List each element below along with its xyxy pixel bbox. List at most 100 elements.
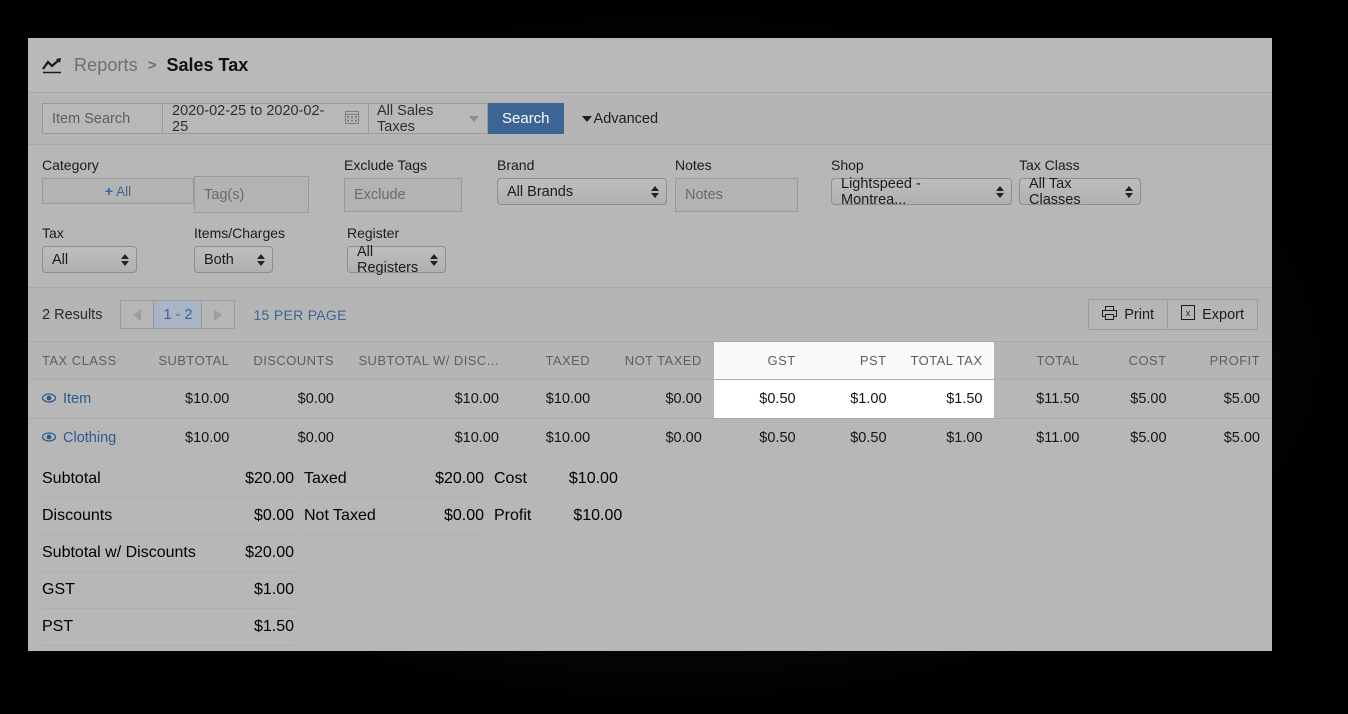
- col-subtotal-w-disc[interactable]: SUBTOTAL W/ DISC...: [345, 342, 511, 380]
- col-gst[interactable]: GST: [713, 342, 808, 380]
- print-button[interactable]: Print: [1089, 300, 1168, 329]
- table-header-row: TAX CLASS SUBTOTAL DISCOUNTS SUBTOTAL W/…: [28, 342, 1272, 380]
- eye-icon: [41, 430, 57, 446]
- shop-label: Shop: [831, 157, 864, 173]
- summary-pst-value: $1.50: [253, 618, 294, 635]
- tax-class-link[interactable]: Clothing: [41, 430, 117, 446]
- chevron-left-icon: [133, 308, 142, 321]
- summary-not-taxed: Not Taxed $0.00: [304, 498, 484, 535]
- plus-icon: +: [104, 183, 114, 199]
- results-toolbar: 2 Results 1 - 2 15 PER PAGE Print x Expo…: [28, 288, 1272, 342]
- svg-text:x: x: [1186, 308, 1191, 318]
- print-label: Print: [1124, 306, 1155, 323]
- summary-discounts: Discounts $0.00: [42, 498, 294, 535]
- cell-gst: $0.50: [713, 418, 808, 457]
- col-subtotal[interactable]: SUBTOTAL: [145, 342, 242, 380]
- items-charges-select[interactable]: Both: [194, 246, 273, 273]
- col-not-taxed[interactable]: NOT TAXED: [602, 342, 714, 380]
- chart-line-icon: [42, 56, 62, 74]
- filter-shop: Shop Lightspeed - Montrea...: [831, 157, 1019, 208]
- breadcrumb-reports-link[interactable]: Reports: [74, 55, 138, 76]
- tax-class-label: Clothing: [63, 430, 117, 446]
- tax-label: Tax: [42, 225, 64, 241]
- cell-total: $11.00: [994, 418, 1092, 457]
- brand-select[interactable]: All Brands: [497, 178, 667, 205]
- items-charges-label: Items/Charges: [194, 225, 286, 241]
- col-discounts[interactable]: DISCOUNTS: [241, 342, 346, 380]
- col-total-tax[interactable]: TOTAL TAX: [898, 342, 995, 380]
- tax-select[interactable]: All: [42, 246, 137, 273]
- col-profit[interactable]: PROFIT: [1178, 342, 1272, 380]
- summary-pst: PST $1.50: [42, 609, 294, 646]
- col-total[interactable]: TOTAL: [994, 342, 1092, 380]
- col-tax-class[interactable]: TAX CLASS: [28, 342, 146, 380]
- cell-total-tax: $1.50: [898, 379, 995, 419]
- col-taxed[interactable]: TAXED: [510, 342, 603, 380]
- cell-gst: $0.50: [713, 379, 808, 419]
- summary-row: Subtotal w/ Discounts $20.00: [42, 535, 1258, 572]
- summary-discounts-value: $0.00: [253, 507, 294, 524]
- pagination-next-button[interactable]: [202, 301, 235, 328]
- category-all-button[interactable]: + All: [42, 178, 194, 204]
- stepper-icon: [996, 185, 1004, 198]
- summary-row: PST $1.50: [42, 609, 1258, 646]
- col-pst[interactable]: PST: [807, 342, 899, 380]
- cell-subtotal-w-disc: $10.00: [345, 418, 511, 457]
- cell-profit: $5.00: [1178, 418, 1272, 457]
- results-count: 2 Results: [42, 306, 103, 323]
- sales-tax-select[interactable]: All Sales Taxes: [368, 103, 488, 135]
- shop-select[interactable]: Lightspeed - Montrea...: [831, 176, 1012, 208]
- summary-gst-label: GST: [42, 581, 75, 598]
- filter-items-charges: Items/Charges Both: [194, 225, 347, 273]
- page-title: Sales Tax: [166, 54, 249, 75]
- pagination-prev-button[interactable]: [121, 301, 154, 328]
- tax-class-select[interactable]: All Tax Classes: [1019, 176, 1141, 208]
- pagination: 1 - 2: [120, 300, 236, 329]
- stepper-icon: [257, 253, 265, 266]
- chevron-down-icon: [469, 115, 479, 122]
- cell-taxed: $10.00: [510, 418, 603, 457]
- summary-subtotal-label: Subtotal: [42, 470, 101, 487]
- stepper-icon: [651, 185, 659, 198]
- export-button[interactable]: x Export: [1167, 300, 1257, 329]
- cell-subtotal-w-disc: $10.00: [345, 379, 511, 419]
- summary-subtotal-w-discounts: Subtotal w/ Discounts $20.00: [42, 535, 294, 572]
- summary-totals: Subtotal $20.00 Taxed $20.00 Cost $10.00…: [28, 457, 1272, 651]
- summary-pst-label: PST: [42, 618, 74, 635]
- cell-total-tax: $1.00: [898, 418, 995, 457]
- summary-not-taxed-label: Not Taxed: [304, 507, 376, 524]
- cell-cost: $5.00: [1091, 379, 1179, 419]
- cell-profit: $5.00: [1178, 379, 1272, 419]
- item-search-input[interactable]: Item Search: [42, 103, 162, 134]
- filter-tags: Tag(s): [194, 157, 344, 213]
- summary-row: Subtotal $20.00 Taxed $20.00 Cost $10.00: [42, 461, 1258, 498]
- exclude-tags-input[interactable]: Exclude: [344, 178, 462, 212]
- register-select[interactable]: All Registers: [347, 244, 446, 276]
- tags-input[interactable]: Tag(s): [194, 176, 309, 213]
- report-panel: Reports > Sales Tax Item Search 2020-02-…: [28, 38, 1272, 651]
- export-button-group: Print x Export: [1088, 299, 1258, 330]
- tax-class-link[interactable]: Item: [41, 391, 91, 407]
- pagination-current-range[interactable]: 1 - 2: [153, 301, 203, 328]
- summary-subtotal: Subtotal $20.00: [42, 461, 294, 498]
- tax-class-label: Tax Class: [1019, 157, 1080, 173]
- col-cost[interactable]: COST: [1091, 342, 1179, 380]
- per-page-selector[interactable]: 15 PER PAGE: [253, 307, 346, 323]
- advanced-filters: Category + All Tag(s) Exclude Tags Exclu…: [28, 145, 1272, 288]
- spreadsheet-icon: x: [1181, 305, 1196, 324]
- summary-row: Discounts $0.00 Not Taxed $0.00 Profit $…: [42, 498, 1258, 535]
- filter-category: Category + All: [42, 157, 194, 204]
- search-button[interactable]: Search: [488, 103, 564, 134]
- table-row: Clothing $10.00 $0.00 $10.00 $10.00 $0.0…: [28, 418, 1272, 457]
- notes-input[interactable]: Notes: [675, 178, 798, 212]
- table-row: Item $10.00 $0.00 $10.00 $10.00 $0.00 $0…: [28, 379, 1272, 419]
- exclude-tags-label: Exclude Tags: [344, 157, 428, 173]
- cell-total: $11.50: [994, 379, 1092, 419]
- advanced-toggle[interactable]: Advanced: [581, 111, 658, 127]
- cell-discounts: $0.00: [241, 418, 346, 457]
- summary-total-tax: Total Tax $2.50: [42, 646, 294, 651]
- date-range-input[interactable]: 2020-02-25 to 2020-02-25: [162, 103, 368, 135]
- filter-tax: Tax All: [42, 225, 194, 273]
- summary-cost-label: Cost: [494, 470, 527, 487]
- items-charges-select-value: Both: [204, 251, 234, 268]
